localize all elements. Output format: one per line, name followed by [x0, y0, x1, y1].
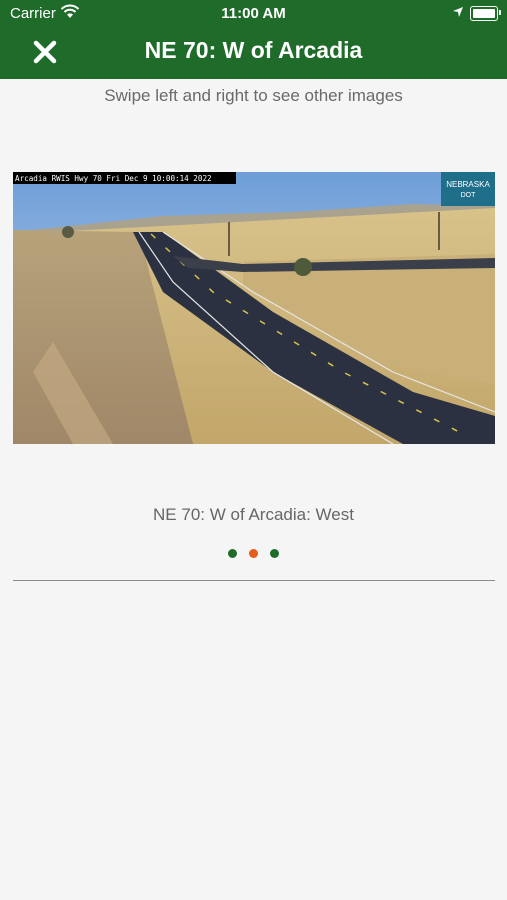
- battery-icon: [470, 6, 501, 21]
- page-dot[interactable]: [249, 549, 258, 558]
- divider: [13, 580, 495, 581]
- page-dot[interactable]: [228, 549, 237, 558]
- status-bar: Carrier 11:00 AM: [0, 0, 507, 28]
- swipe-hint: Swipe left and right to see other images: [104, 86, 403, 105]
- camera-overlay-text: Arcadia RWIS Hwy 70 Fri Dec 9 10:00:14 2…: [15, 174, 212, 183]
- page-indicator[interactable]: [0, 545, 507, 563]
- page-dot[interactable]: [270, 549, 279, 558]
- location-arrow-icon: [452, 5, 464, 22]
- nebraska-dot-logo-line1: NEBRASKA: [446, 180, 490, 189]
- status-time: 11:00 AM: [221, 5, 286, 22]
- camera-image[interactable]: Arcadia RWIS Hwy 70 Fri Dec 9 10:00:14 2…: [13, 172, 495, 444]
- page-title: NE 70: W of Arcadia: [144, 37, 363, 63]
- header-bar: Carrier 11:00 AM NE 70: W of Arcadia: [0, 0, 507, 79]
- nebraska-dot-logo-line2: DOT: [461, 192, 477, 199]
- camera-caption: NE 70: W of Arcadia: West: [153, 505, 354, 524]
